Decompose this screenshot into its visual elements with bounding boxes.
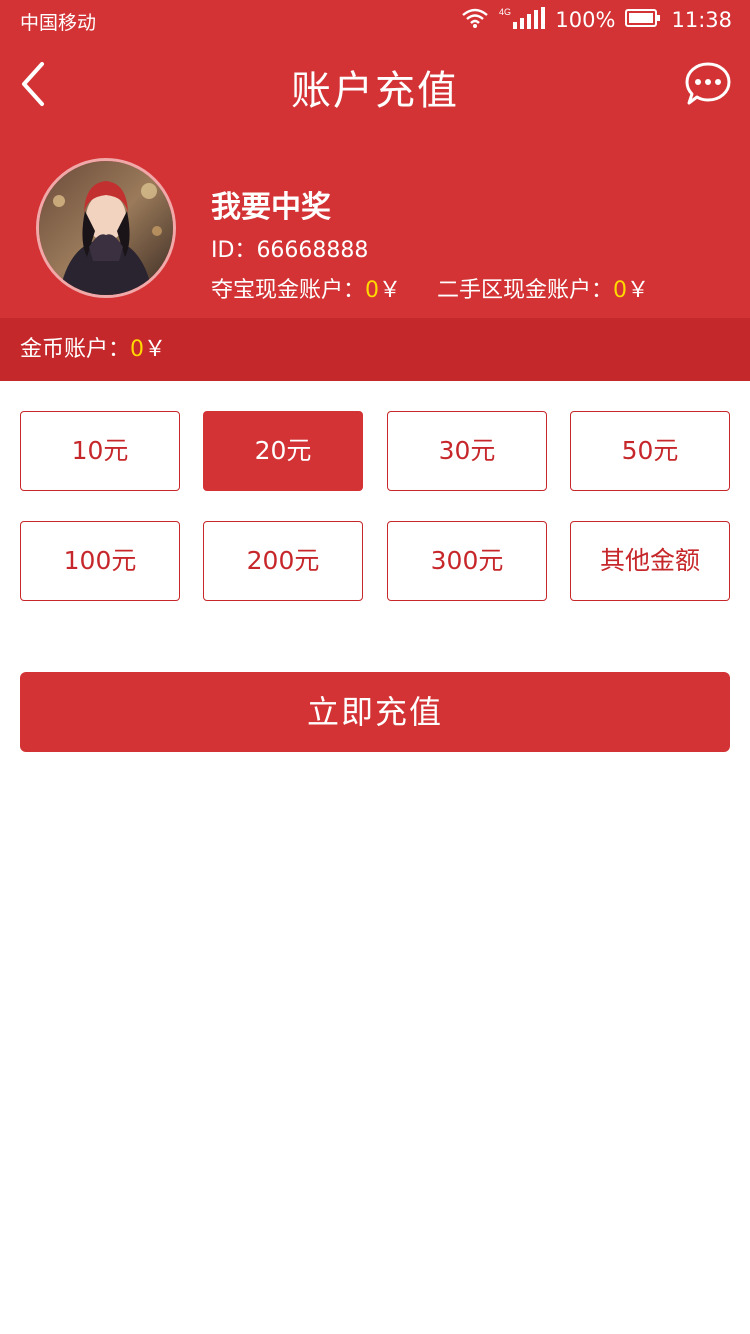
treasure-account-value: 0 [365,278,380,303]
svg-text:4G: 4G [499,7,511,17]
amount-option-10[interactable]: 10元 [20,411,180,491]
user-id-label: ID： [211,238,257,263]
amount-option-50[interactable]: 50元 [570,411,730,491]
user-name: 我要中奖 [211,190,331,225]
amount-option-300[interactable]: 300元 [387,521,547,601]
coin-account-label: 金币账户： [20,337,131,362]
amount-option-100[interactable]: 100元 [20,521,180,601]
chat-bubble-icon[interactable] [684,60,732,108]
battery-percent: 100% [555,8,616,32]
amount-option-20[interactable]: 20元 [203,411,363,491]
user-id: ID：66668888 [211,232,368,264]
treasure-account-label: 夺宝现金账户： [211,278,366,303]
amount-option-other[interactable]: 其他金额 [570,521,730,601]
user-id-value: 66668888 [256,238,369,263]
battery-icon [625,8,661,33]
recharge-button[interactable]: 立即充值 [20,672,730,752]
coin-account-value: 0 [130,337,145,362]
signal-icon: 4G [499,6,546,35]
amount-option-200[interactable]: 200元 [203,521,363,601]
wifi-icon [461,7,489,34]
avatar[interactable] [36,158,176,298]
secondhand-currency: ￥ [627,278,650,303]
secondhand-account-label: 二手区现金账户： [437,278,614,303]
clock: 11:38 [671,8,732,32]
amount-option-30[interactable]: 30元 [387,411,547,491]
coin-account-bar: 金币账户：0￥ [0,318,750,381]
carrier-name: 中国移动 [20,12,97,34]
status-bar: 中国移动 4G 100% 11:38 [0,0,750,40]
secondhand-account-value: 0 [613,278,628,303]
nav-bar: 账户充值 [0,44,750,126]
page-title: 账户充值 [291,68,459,114]
coin-currency: ￥ [144,337,167,362]
cash-accounts: 夺宝现金账户：0￥ 二手区现金账户：0￥ [211,272,649,304]
treasure-currency: ￥ [379,278,402,303]
status-indicators: 4G 100% 11:38 [461,6,732,34]
